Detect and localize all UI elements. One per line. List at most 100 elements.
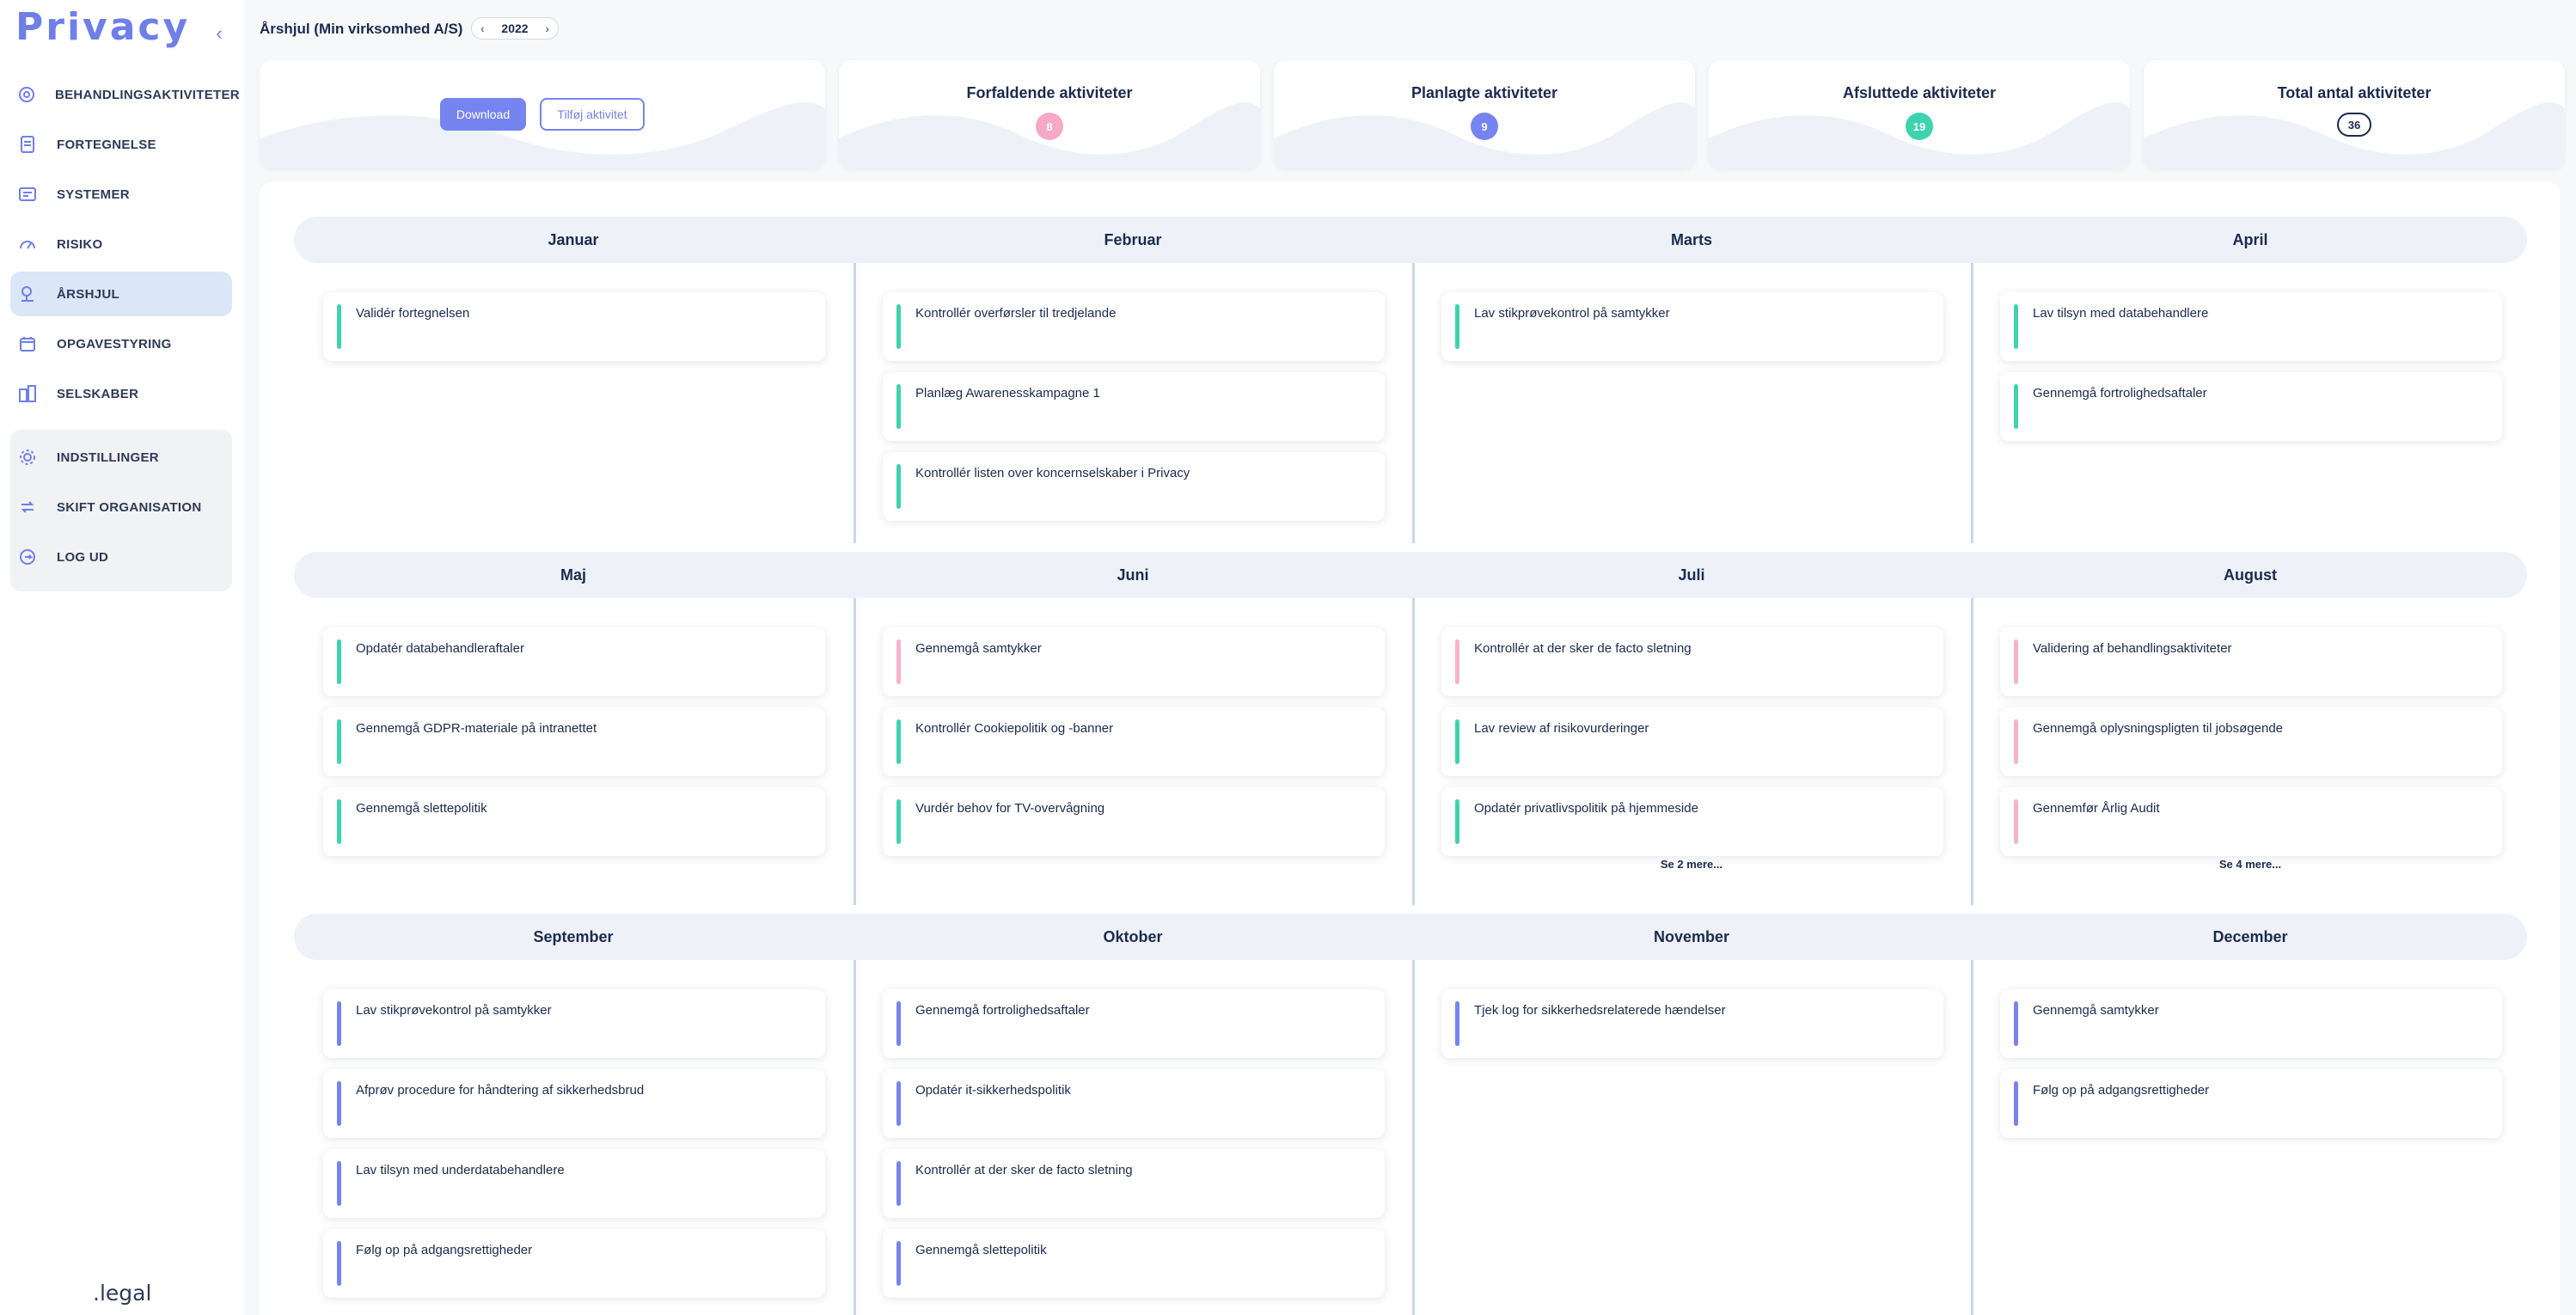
month-divider (854, 598, 856, 905)
calendar-icon (17, 333, 38, 354)
month-name[interactable]: Maj (294, 566, 853, 584)
status-indicator (896, 304, 901, 349)
activity-card[interactable]: Gennemgå GDPR-materiale på intranettet (323, 707, 825, 776)
activity-card[interactable]: Kontrollér at der sker de facto sletning (1441, 627, 1943, 696)
collapse-sidebar-chevron-icon[interactable]: ‹ (210, 24, 229, 43)
activity-card[interactable]: Gennemgå samtykker (2000, 989, 2502, 1058)
month-name[interactable]: December (1971, 928, 2530, 946)
month-name[interactable]: Juni (854, 566, 1412, 584)
activity-card[interactable]: Tjek log for sikkerhedsrelaterede hændel… (1441, 989, 1943, 1058)
activity-card[interactable]: Gennemgå oplysningspligten til jobsøgend… (2000, 707, 2502, 776)
activity-title: Opdatér it-sikkerhedspolitik (915, 1083, 1071, 1098)
activity-card[interactable]: Gennemgå fortrolighedsaftaler (883, 989, 1385, 1058)
sidebar-item-behandlingsaktiviteter[interactable]: BEHANDLINGSAKTIVITETER (10, 72, 240, 117)
page-title: Årshjul (Min virksomhed A/S) (260, 21, 463, 37)
month-divider (1412, 263, 1415, 543)
year-next-chevron-icon[interactable]: › (545, 21, 549, 35)
sidebar-item-label: LOG UD (57, 549, 109, 565)
sidebar-item-fortegnelse[interactable]: FORTEGNELSE (10, 122, 232, 167)
status-indicator (337, 1241, 341, 1286)
status-indicator (337, 639, 341, 684)
activity-card[interactable]: Kontrollér listen over koncernselskaber … (883, 452, 1385, 521)
activity-card[interactable]: Lav tilsyn med databehandlere (2000, 292, 2502, 361)
month-name[interactable]: Februar (854, 231, 1412, 249)
see-more-link[interactable]: Se 4 mere... (1971, 858, 2530, 871)
activity-card[interactable]: Gennemfør Årlig Audit (2000, 787, 2502, 856)
month-name[interactable]: Januar (294, 231, 853, 249)
sidebar-item-skift-organisation[interactable]: SKIFT ORGANISATION (10, 485, 232, 529)
status-indicator (896, 639, 901, 684)
activity-card[interactable]: Validér fortegnelsen (323, 292, 825, 361)
activity-card[interactable]: Følg op på adgangsrettigheder (2000, 1069, 2502, 1138)
year-prev-chevron-icon[interactable]: ‹ (480, 21, 485, 35)
status-indicator (337, 1161, 341, 1206)
sidebar-item-risiko[interactable]: RISIKO (10, 222, 232, 266)
systems-icon (17, 184, 38, 205)
activity-card[interactable]: Vurdér behov for TV-overvågning (883, 787, 1385, 856)
month-name[interactable]: Juli (1412, 566, 1971, 584)
activity-card[interactable]: Følg op på adgangsrettigheder (323, 1229, 825, 1298)
sidebar-item-systemer[interactable]: SYSTEMER (10, 172, 232, 217)
activity-title: Gennemgå samtykker (2033, 1003, 2159, 1018)
activity-title: Lav stikprøvekontrol på samtykker (1474, 306, 1670, 321)
activity-card[interactable]: Gennemgå fortrolighedsaftaler (2000, 372, 2502, 441)
stat-card: Planlagte aktiviteter 9 (1274, 60, 1695, 168)
sidebar-item-label: ÅRSHJUL (57, 286, 119, 302)
stat-count-badge: 8 (1036, 113, 1063, 140)
activity-title: Kontrollér Cookiepolitik og -banner (915, 721, 1114, 736)
activity-card[interactable]: Kontrollér at der sker de facto sletning (883, 1149, 1385, 1218)
status-indicator (896, 1001, 901, 1046)
activity-card[interactable]: Kontrollér Cookiepolitik og -banner (883, 707, 1385, 776)
status-indicator (896, 799, 901, 844)
activity-card[interactable]: Afprøv procedure for håndtering af sikke… (323, 1069, 825, 1138)
month-name[interactable]: Oktober (854, 928, 1412, 946)
activity-title: Kontrollér listen over koncernselskaber … (915, 466, 1190, 480)
activity-title: Opdatér databehandleraftaler (356, 641, 524, 656)
activity-title: Kontrollér at der sker de facto sletning (915, 1163, 1133, 1177)
activity-card[interactable]: Opdatér it-sikkerhedspolitik (883, 1069, 1385, 1138)
activity-card[interactable]: Lav stikprøvekontrol på samtykker (1441, 292, 1943, 361)
status-indicator (1455, 1001, 1459, 1046)
download-button[interactable]: Download (440, 98, 526, 131)
sidebar-item-label: RISIKO (57, 236, 103, 252)
activity-title: Lav tilsyn med databehandlere (2033, 306, 2209, 321)
month-divider (1412, 960, 1415, 1315)
stat-card: Afsluttede aktiviteter 19 (1709, 60, 2130, 168)
activity-card[interactable]: Planlæg Awarenesskampagne 1 (883, 372, 1385, 441)
activity-card[interactable]: Gennemgå slettepolitik (323, 787, 825, 856)
status-indicator (2014, 799, 2018, 844)
activity-card[interactable]: Lav tilsyn med underdatabehandlere (323, 1149, 825, 1218)
activity-title: Lav tilsyn med underdatabehandlere (356, 1163, 565, 1177)
status-indicator (896, 1241, 901, 1286)
status-indicator (896, 464, 901, 509)
activity-card[interactable]: Kontrollér overførsler til tredjelande (883, 292, 1385, 361)
activity-title: Gennemgå slettepolitik (915, 1243, 1047, 1257)
activity-card[interactable]: Validering af behandlingsaktiviteter (2000, 627, 2502, 696)
month-name[interactable]: August (1971, 566, 2530, 584)
activity-title: Validér fortegnelsen (356, 306, 470, 321)
activity-card[interactable]: Opdatér databehandleraftaler (323, 627, 825, 696)
sidebar-item-opgavestyring[interactable]: OPGAVESTYRING (10, 321, 232, 366)
month-name[interactable]: November (1412, 928, 1971, 946)
activity-card[interactable]: Gennemgå samtykker (883, 627, 1385, 696)
stat-count-badge: 36 (2337, 113, 2371, 137)
sidebar-item-selskaber[interactable]: SELSKABER (10, 371, 232, 416)
buildings-icon (17, 383, 38, 404)
month-name[interactable]: Marts (1412, 231, 1971, 249)
month-name[interactable]: April (1971, 231, 2530, 249)
activity-card[interactable]: Lav stikprøvekontrol på samtykker (323, 989, 825, 1058)
add-activity-button[interactable]: Tilføj aktivitet (540, 98, 645, 131)
sidebar-item-log-ud[interactable]: LOG UD (10, 535, 232, 579)
sidebar-item-indstillinger[interactable]: INDSTILLINGER (10, 435, 232, 480)
activity-title: Opdatér privatlivspolitik på hjemmeside (1474, 801, 1698, 816)
activity-card[interactable]: Gennemgå slettepolitik (883, 1229, 1385, 1298)
sidebar-item-årshjul[interactable]: ÅRSHJUL (10, 272, 232, 316)
logout-icon (17, 547, 38, 567)
status-indicator (337, 304, 341, 349)
activity-card[interactable]: Opdatér privatlivspolitik på hjemmeside (1441, 787, 1943, 856)
activity-card[interactable]: Lav review af risikovurderinger (1441, 707, 1943, 776)
month-name[interactable]: September (294, 928, 853, 946)
see-more-link[interactable]: Se 2 mere... (1412, 858, 1971, 871)
sidebar-item-label: OPGAVESTYRING (57, 336, 172, 352)
status-indicator (337, 719, 341, 764)
